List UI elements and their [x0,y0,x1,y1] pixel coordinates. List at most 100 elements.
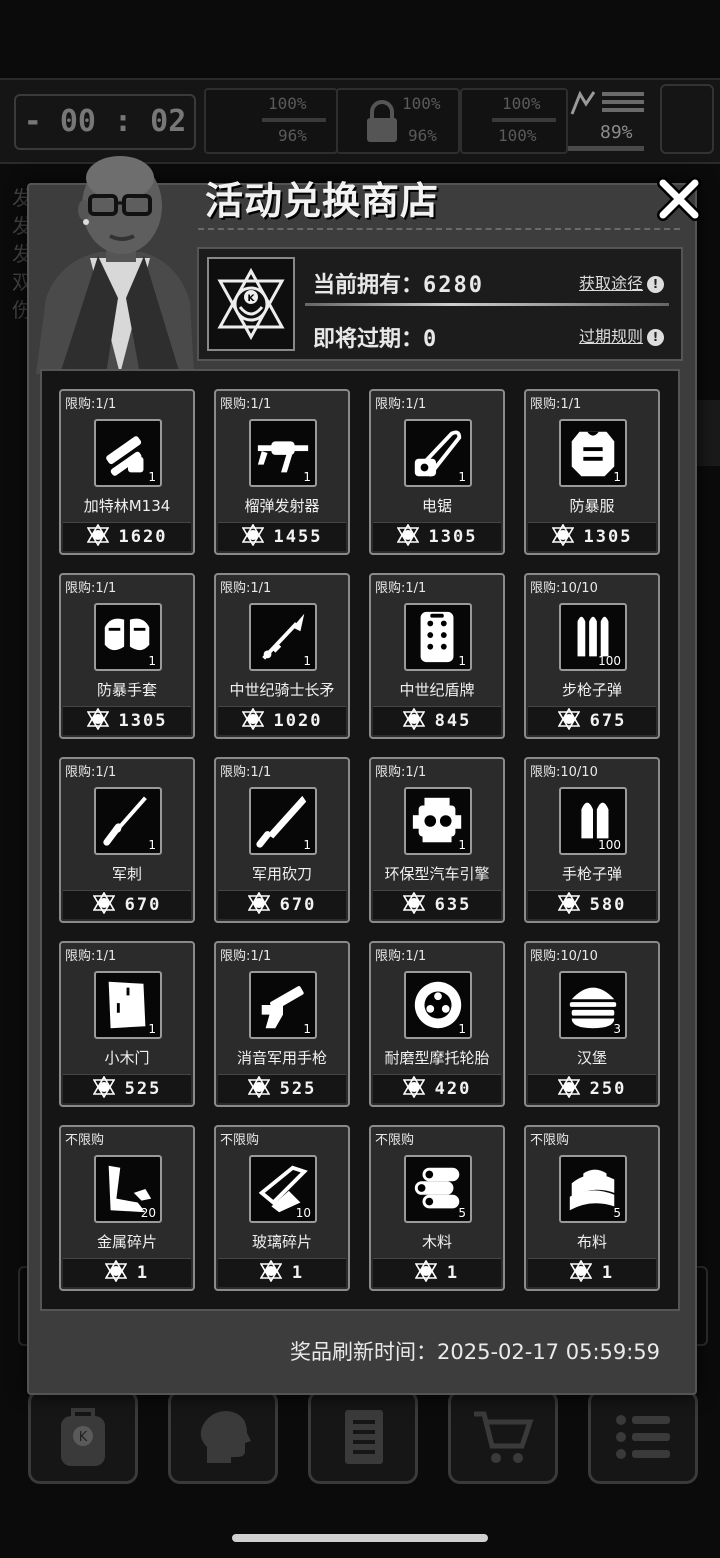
item-name: 小木门 [104,1049,150,1067]
price-row: 1020 [218,706,346,735]
item-name: 耐磨型摩托轮胎 [384,1049,490,1067]
shop-item-card[interactable]: 限购:1/1 1 小木门 525 [59,941,195,1107]
item-price: 1 [136,1263,150,1283]
price-row: 580 [528,890,656,919]
purchase-limit: 限购:1/1 [530,397,582,412]
shop-item-card[interactable]: 限购:1/1 1 加特林M134 1620 [59,389,195,555]
nav-backpack-button[interactable]: K [28,1390,138,1484]
purchase-limit: 限购:1/1 [375,765,427,780]
item-icon-frame: 1 [404,971,472,1039]
title-divider [198,228,680,230]
item-quantity: 1 [613,470,621,484]
item-name: 金属碎片 [96,1233,157,1251]
shop-item-card[interactable]: 限购:10/10 100 步枪子弹 675 [524,573,660,739]
shop-item-card[interactable]: 不限购 20 金属碎片 1 [59,1125,195,1291]
home-indicator[interactable] [232,1534,488,1542]
item-icon-frame: 100 [559,603,627,671]
battery-indicator: 89% [566,84,648,154]
shop-item-card[interactable]: 限购:1/1 1 消音军用手枪 525 [214,941,350,1107]
item-price: 420 [434,1079,472,1099]
item-name: 消音军用手枪 [236,1049,327,1067]
purchase-limit: 限购:1/1 [375,949,427,964]
item-icon-frame: 1 [559,419,627,487]
price-row: 1305 [373,522,501,551]
nav-menu-button[interactable] [588,1390,698,1484]
item-quantity: 1 [148,470,156,484]
item-price: 1455 [273,527,323,547]
item-name: 环保型汽车引擎 [384,865,490,883]
shopping-cart-icon [474,1411,534,1463]
lock-icon [367,100,397,142]
price-row: 525 [63,1074,191,1103]
token-icon [569,1259,593,1286]
shop-item-card[interactable]: 不限购 5 布料 1 [524,1125,660,1291]
item-name: 手枪子弹 [561,865,622,883]
svg-text:K: K [248,294,256,304]
item-price: 580 [589,895,627,915]
token-icon [551,523,574,550]
price-row: 1 [63,1258,191,1287]
purchase-limit: 限购:10/10 [530,581,598,596]
item-price: 1305 [583,527,633,547]
token-icon [247,1075,271,1102]
purchase-limit: 限购:1/1 [220,397,272,412]
shop-item-card[interactable]: 限购:10/10 100 手枪子弹 580 [524,757,660,923]
item-price: 1 [446,1263,460,1283]
item-icon-frame: 3 [559,971,627,1039]
item-icon-frame: 1 [404,419,472,487]
price-row: 420 [373,1074,501,1103]
item-price: 1620 [118,527,168,547]
item-quantity: 1 [148,1022,156,1036]
item-name: 木料 [421,1233,452,1251]
token-icon [86,707,109,734]
purchase-limit: 限购:1/1 [220,949,272,964]
character-portrait [36,156,194,374]
item-price: 635 [434,895,472,915]
price-row: 675 [528,706,656,735]
token-icon [414,1259,438,1286]
item-price: 1 [291,1263,305,1283]
shop-item-card[interactable]: 限购:1/1 1 中世纪盾牌 845 [369,573,505,739]
battery-icon [570,90,596,115]
item-quantity: 20 [140,1206,156,1220]
purchase-limit: 限购:1/1 [375,581,427,596]
item-name: 中世纪骑士长矛 [229,681,335,699]
item-price: 525 [279,1079,317,1099]
shop-item-card[interactable]: 限购:1/1 1 电锯 1305 [369,389,505,555]
expiry-rules-link[interactable]: 过期规则! [579,323,665,347]
refresh-time: 奖品刷新时间：2025-02-17 05:59:59 [290,1340,661,1364]
shop-item-card[interactable]: 限购:1/1 1 防暴服 1305 [524,389,660,555]
menu-list-icon [616,1415,670,1459]
shop-item-card[interactable]: 限购:1/1 1 榴弹发射器 1455 [214,389,350,555]
shop-item-card[interactable]: 限购:1/1 1 军刺 670 [59,757,195,923]
token-icon [259,1259,283,1286]
item-icon-frame: 10 [249,1155,317,1223]
price-row: 1 [218,1258,346,1287]
item-icon-frame: 1 [404,787,472,855]
item-name: 军刺 [111,865,142,883]
shop-item-card[interactable]: 限购:10/10 3 汉堡 250 [524,941,660,1107]
close-icon [657,177,701,221]
shop-item-card[interactable]: 限购:1/1 1 环保型汽车引擎 635 [369,757,505,923]
nav-quests-button[interactable] [308,1390,418,1484]
purchase-limit: 不限购 [65,1133,105,1148]
obtain-methods-link[interactable]: 获取途径! [579,270,665,294]
shop-item-card[interactable]: 限购:1/1 1 防暴手套 1305 [59,573,195,739]
price-row: 670 [218,890,346,919]
shop-item-card[interactable]: 限购:1/1 1 军用砍刀 670 [214,757,350,923]
shop-item-card[interactable]: 不限购 5 木料 1 [369,1125,505,1291]
item-price: 670 [124,895,162,915]
nav-shop-button[interactable] [448,1390,558,1484]
price-row: 635 [373,890,501,919]
shop-item-card[interactable]: 不限购 10 玻璃碎片 1 [214,1125,350,1291]
nav-skills-button[interactable] [168,1390,278,1484]
item-name: 布料 [576,1233,607,1251]
shop-item-card[interactable]: 限购:1/1 1 耐磨型摩托轮胎 420 [369,941,505,1107]
close-button[interactable] [654,174,704,224]
shop-item-card[interactable]: 限购:1/1 1 中世纪骑士长矛 1020 [214,573,350,739]
info-icon: ! [647,276,665,293]
side-menu-button[interactable] [660,84,714,154]
item-icon-frame: 1 [94,419,162,487]
item-quantity: 1 [303,654,311,668]
item-quantity: 1 [458,654,466,668]
